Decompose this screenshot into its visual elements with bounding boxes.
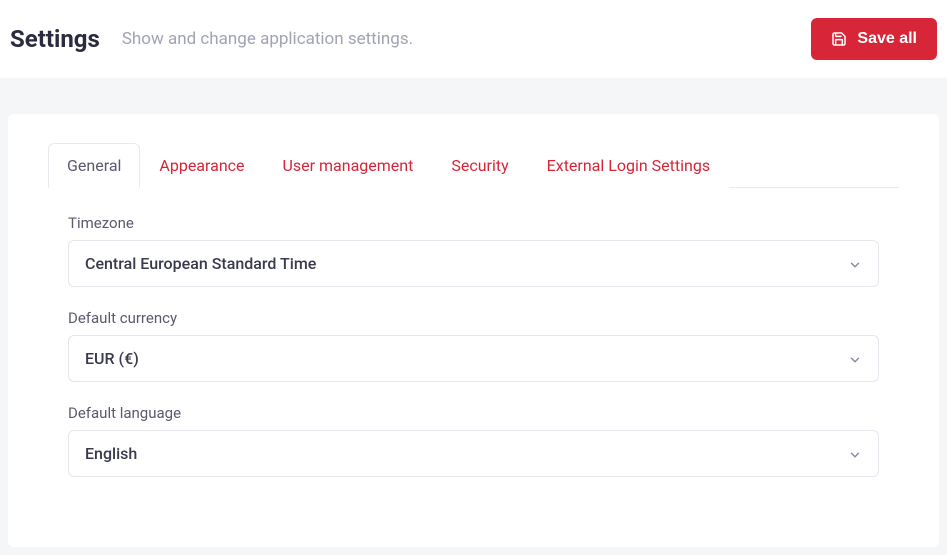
header-left: Settings Show and change application set… bbox=[10, 25, 413, 53]
currency-value: EUR (€) bbox=[85, 349, 139, 368]
content-wrap: General Appearance User management Secur… bbox=[0, 78, 947, 555]
tab-label: User management bbox=[283, 156, 414, 175]
timezone-value: Central European Standard Time bbox=[85, 254, 316, 273]
form-group-language: Default language English bbox=[68, 404, 879, 477]
chevron-down-icon bbox=[848, 447, 862, 461]
tab-label: Appearance bbox=[159, 156, 244, 175]
chevron-down-icon bbox=[848, 352, 862, 366]
timezone-label: Timezone bbox=[68, 214, 879, 232]
tab-appearance[interactable]: Appearance bbox=[140, 143, 263, 188]
tab-label: External Login Settings bbox=[547, 156, 710, 175]
save-button-label: Save all bbox=[857, 30, 917, 48]
language-select[interactable]: English bbox=[68, 430, 879, 477]
settings-card: General Appearance User management Secur… bbox=[8, 114, 939, 547]
header-bar: Settings Show and change application set… bbox=[0, 0, 947, 78]
page-title: Settings bbox=[10, 25, 100, 53]
currency-select[interactable]: EUR (€) bbox=[68, 335, 879, 382]
currency-label: Default currency bbox=[68, 309, 879, 327]
language-label: Default language bbox=[68, 404, 879, 422]
save-icon bbox=[831, 31, 847, 47]
tab-label: Security bbox=[451, 156, 508, 175]
tab-user-management[interactable]: User management bbox=[264, 143, 433, 188]
save-all-button[interactable]: Save all bbox=[811, 18, 937, 60]
tab-external-login-settings[interactable]: External Login Settings bbox=[528, 143, 729, 188]
tab-security[interactable]: Security bbox=[432, 143, 527, 188]
tab-label: General bbox=[67, 156, 121, 175]
form-group-currency: Default currency EUR (€) bbox=[68, 309, 879, 382]
tabs: General Appearance User management Secur… bbox=[48, 142, 899, 188]
form-group-timezone: Timezone Central European Standard Time bbox=[68, 214, 879, 287]
timezone-select[interactable]: Central European Standard Time bbox=[68, 240, 879, 287]
language-value: English bbox=[85, 444, 137, 463]
chevron-down-icon bbox=[848, 257, 862, 271]
page-subtitle: Show and change application settings. bbox=[122, 29, 413, 49]
tab-general[interactable]: General bbox=[48, 143, 140, 188]
